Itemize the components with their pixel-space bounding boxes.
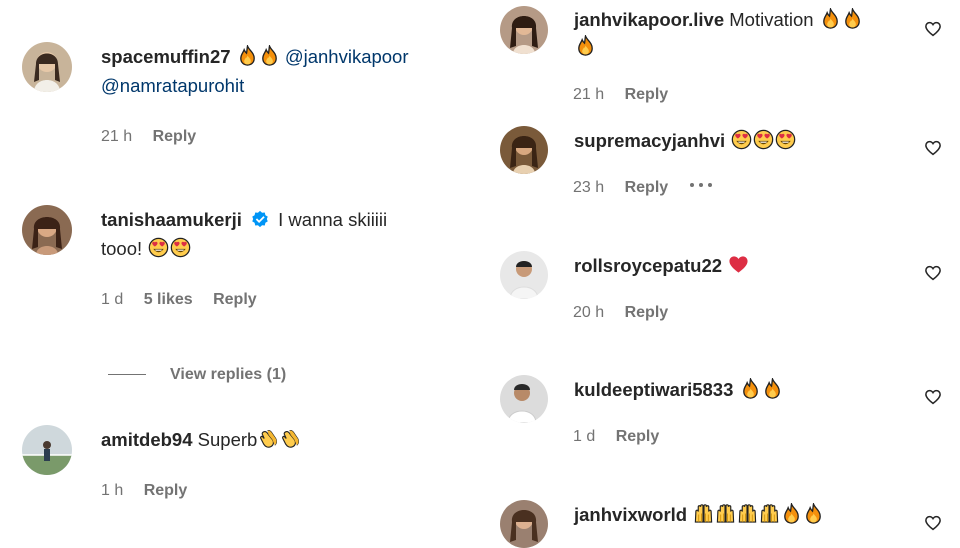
comment-body: kuldeeptiwari5833: [574, 375, 783, 405]
comment-rollsroycepatu22: rollsroycepatu22 20 h Reply: [490, 248, 960, 333]
username[interactable]: amitdeb94: [101, 429, 193, 450]
likes-count[interactable]: 5 likes: [144, 291, 193, 308]
mention-link[interactable]: @namratapurohit: [101, 75, 244, 96]
comment-meta: 1 d Reply: [573, 428, 675, 446]
fire-emoji: [820, 8, 841, 29]
like-heart-icon[interactable]: [924, 139, 942, 157]
username[interactable]: rollsroycepatu22: [574, 255, 722, 276]
timestamp[interactable]: 20 h: [573, 304, 604, 321]
heart-eyes-emoji: [148, 237, 169, 258]
left-comment-column: spacemuffin27 @janhvikapoor @namratapuro…: [0, 0, 490, 540]
username[interactable]: janhvixworld: [574, 504, 687, 525]
avatar[interactable]: [22, 205, 72, 255]
view-replies-label[interactable]: View replies (1): [170, 366, 286, 383]
comment-body: supremacyjanhvi: [574, 126, 796, 156]
timestamp[interactable]: 23 h: [573, 179, 604, 196]
timestamp[interactable]: 1 h: [101, 482, 123, 499]
comment-body: tanishaamukerji I wanna skiiiii: [101, 205, 387, 235]
comment-meta: 20 h Reply: [573, 304, 684, 322]
avatar[interactable]: [500, 375, 548, 423]
comment-meta: 1 d 5 likes Reply: [101, 291, 273, 309]
comment-text: I wanna skiiiii: [278, 209, 388, 230]
avatar[interactable]: [22, 425, 72, 475]
comment-text: Motivation: [729, 9, 814, 30]
timestamp[interactable]: 1 d: [101, 291, 123, 308]
comment-body: janhvixworld: [574, 500, 824, 530]
reply-button[interactable]: Reply: [153, 128, 197, 145]
fire-emoji: [781, 503, 802, 524]
avatar[interactable]: [500, 126, 548, 174]
timestamp[interactable]: 21 h: [101, 128, 132, 145]
username[interactable]: spacemuffin27: [101, 46, 231, 67]
right-comment-column: janhvikapoor.live Motivation 21 h Reply …: [490, 0, 960, 548]
avatar[interactable]: [500, 500, 548, 548]
raised-hands-emoji: [759, 503, 780, 524]
heart-eyes-emoji: [731, 129, 752, 150]
reply-button[interactable]: Reply: [144, 482, 188, 499]
clap-emoji: [280, 428, 301, 449]
reply-button[interactable]: Reply: [625, 304, 669, 321]
fire-emoji: [803, 503, 824, 524]
reply-button[interactable]: Reply: [213, 291, 257, 308]
fire-emoji: [762, 378, 783, 399]
heart-eyes-emoji: [170, 237, 191, 258]
view-replies-button[interactable]: View replies (1): [108, 366, 286, 384]
comment-amitdeb94: amitdeb94 Superb 1 h Reply: [0, 410, 490, 520]
raised-hands-emoji: [715, 503, 736, 524]
comment-meta: 23 h Reply: [573, 179, 713, 197]
reply-button[interactable]: Reply: [625, 86, 669, 103]
heart-eyes-emoji: [753, 129, 774, 150]
like-heart-icon[interactable]: [924, 514, 942, 532]
fire-emoji: [259, 45, 280, 66]
comment-body: rollsroycepatu22: [574, 251, 749, 281]
comment-janhvixworld: janhvixworld: [490, 498, 960, 548]
username[interactable]: tanishaamukerji: [101, 209, 242, 230]
avatar[interactable]: [22, 42, 72, 92]
comment-meta: 21 h Reply: [101, 128, 212, 146]
comment-janhvikapoor-live: janhvikapoor.live Motivation 21 h Reply: [490, 0, 960, 115]
comment-supremacyjanhvi: supremacyjanhvi 23 h Reply: [490, 120, 960, 205]
timestamp[interactable]: 21 h: [573, 86, 604, 103]
fire-emoji: [575, 35, 596, 56]
comment-tanishaamukerji: tanishaamukerji I wanna skiiiii tooo! 1 …: [0, 190, 490, 320]
username[interactable]: supremacyjanhvi: [574, 130, 725, 151]
raised-hands-emoji: [737, 503, 758, 524]
fire-emoji: [740, 378, 761, 399]
timestamp[interactable]: 1 d: [573, 428, 595, 445]
comment-body-line2: tooo!: [101, 234, 191, 264]
comment-body-line2: @namratapurohit: [101, 71, 244, 101]
clap-emoji: [258, 428, 279, 449]
comment-meta: 1 h Reply: [101, 482, 203, 500]
comment-kuldeeptiwari5833: kuldeeptiwari5833 1 d Reply: [490, 372, 960, 457]
comment-body: janhvikapoor.live Motivation: [574, 5, 863, 35]
comment-body: amitdeb94 Superb: [101, 425, 301, 455]
fire-emoji: [842, 8, 863, 29]
comment-body-line2: [574, 32, 596, 62]
username[interactable]: kuldeeptiwari5833: [574, 379, 733, 400]
avatar[interactable]: [500, 6, 548, 54]
username[interactable]: janhvikapoor.live: [574, 9, 724, 30]
like-heart-icon[interactable]: [924, 264, 942, 282]
fire-emoji: [237, 45, 258, 66]
divider-line: [108, 374, 146, 376]
like-heart-icon[interactable]: [924, 20, 942, 38]
avatar[interactable]: [500, 251, 548, 299]
reply-button[interactable]: Reply: [625, 179, 669, 196]
reply-button[interactable]: Reply: [616, 428, 660, 445]
heart-eyes-emoji: [775, 129, 796, 150]
comment-text: Superb: [197, 429, 258, 450]
like-heart-icon[interactable]: [924, 388, 942, 406]
comment-spacemuffin27: spacemuffin27 @janhvikapoor @namratapuro…: [0, 0, 490, 160]
comment-text: tooo!: [101, 238, 143, 259]
red-heart-emoji: [728, 254, 749, 275]
verified-badge-icon: [252, 210, 268, 228]
mention-link[interactable]: @janhvikapoor: [285, 46, 409, 67]
raised-hands-emoji: [693, 503, 714, 524]
more-options-icon[interactable]: [689, 180, 713, 190]
comment-meta: 21 h Reply: [573, 86, 684, 104]
comment-body: spacemuffin27 @janhvikapoor: [101, 42, 409, 72]
